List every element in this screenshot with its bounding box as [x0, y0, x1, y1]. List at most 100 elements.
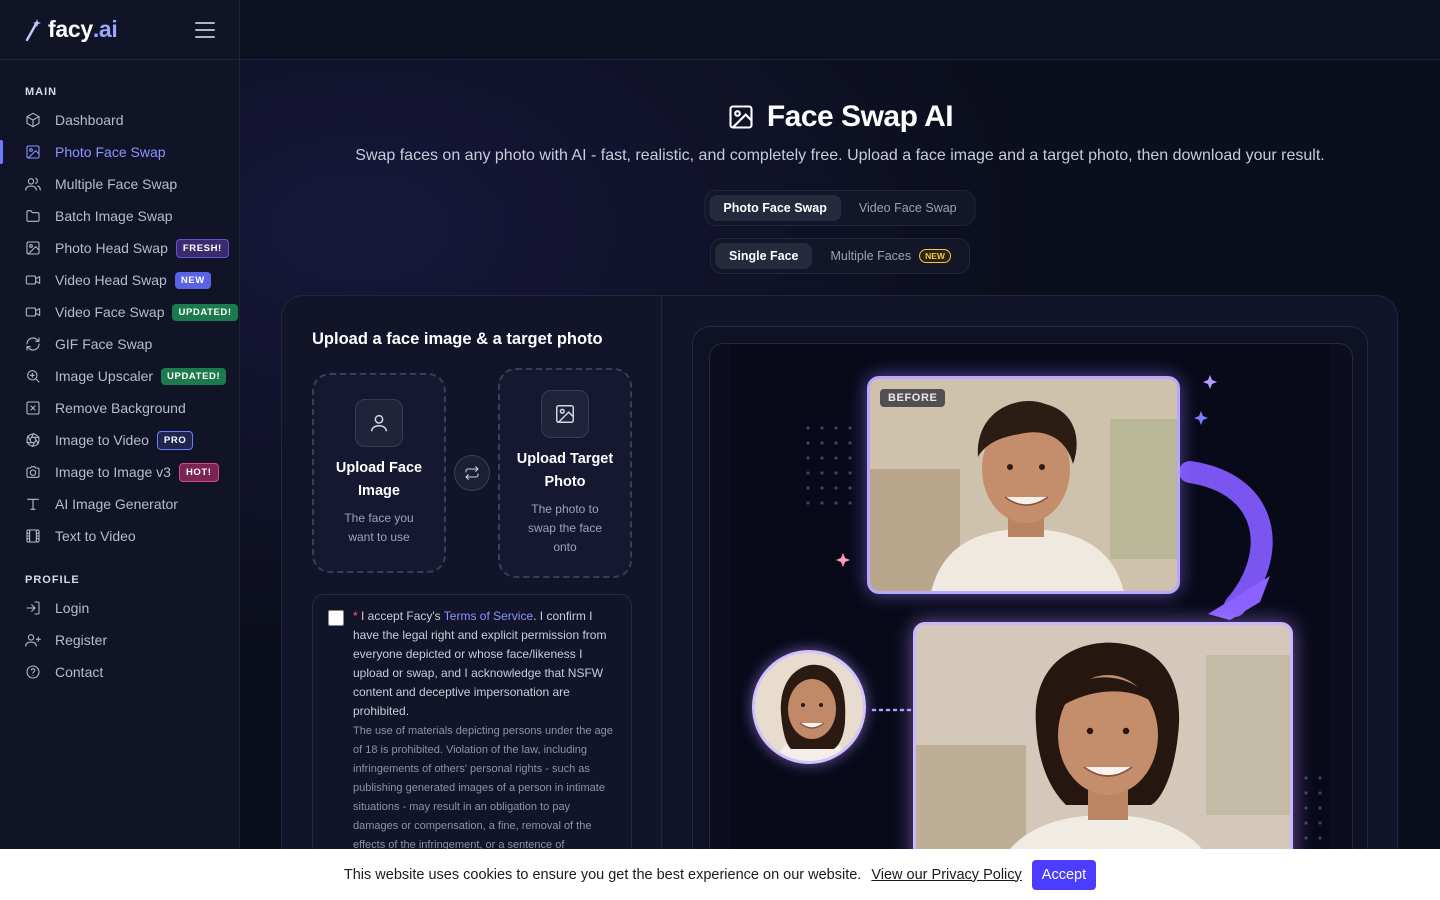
terms-checkbox[interactable]	[328, 610, 344, 626]
person-before-icon	[870, 379, 1177, 591]
sidebar-item-label: Login	[55, 600, 90, 616]
face-swap-card: Upload a face image & a target photo Upl…	[281, 295, 1398, 900]
upload-target-title: Upload Target Photo	[516, 451, 614, 490]
aperture-icon	[25, 432, 41, 448]
sidebar-item-label: Multiple Face Swap	[55, 176, 178, 192]
sidebar-item-batch-image-swap[interactable]: Batch Image Swap	[0, 200, 239, 232]
video-icon	[25, 272, 41, 288]
magic-wand-icon	[25, 18, 41, 41]
tab-label: Multiple Faces	[830, 249, 912, 263]
text-icon	[25, 496, 41, 512]
top-bar	[240, 0, 1440, 60]
mode-tabs: Photo Face Swap Video Face Swap	[704, 190, 976, 226]
sidebar-item-ai-image-generator[interactable]: AI Image Generator	[0, 488, 239, 520]
sidebar-item-gif-face-swap[interactable]: GIF Face Swap	[0, 328, 239, 360]
sidebar-item-label: Register	[55, 632, 108, 648]
terms-text-after: . I confirm I have the legal right and e…	[353, 609, 607, 718]
sidebar-item-label: Contact	[55, 664, 104, 680]
video-icon	[25, 304, 41, 320]
user-plus-icon	[25, 632, 41, 648]
sidebar-item-label: Image to Video	[55, 432, 149, 448]
preview-inner-frame: BEFORE	[709, 343, 1353, 900]
logo-suffix: .ai	[92, 16, 118, 42]
remove-bg-icon	[25, 400, 41, 416]
terms-of-service-link[interactable]: Terms of Service	[444, 609, 533, 623]
pro-badge: PRO	[156, 430, 194, 450]
logo-name: facy	[48, 16, 93, 42]
tab-multiple-faces[interactable]: Multiple Faces NEW	[817, 243, 965, 269]
terms-text: * I accept Facy's Terms of Service. I co…	[353, 607, 617, 721]
login-icon	[25, 600, 41, 616]
tab-photo-face-swap[interactable]: Photo Face Swap	[709, 195, 841, 221]
section-main-title: MAIN	[25, 86, 58, 98]
image-icon	[25, 240, 41, 256]
sidebar-item-label: Image to Image v3	[55, 464, 171, 480]
hot-badge: HOT!	[178, 462, 219, 482]
tab-single-face[interactable]: Single Face	[715, 243, 813, 269]
sidebar-item-label: Photo Face Swap	[55, 144, 166, 160]
film-icon	[25, 528, 41, 544]
sidebar-item-text-to-video[interactable]: Text to Video	[0, 520, 239, 552]
tab-video-face-swap[interactable]: Video Face Swap	[845, 195, 971, 221]
preview-frame: BEFORE	[692, 326, 1368, 900]
sidebar-item-video-face-swap[interactable]: Video Face Swap UPDATED!	[0, 296, 239, 328]
page-title: Face Swap AI	[240, 100, 1440, 134]
sidebar-item-photo-head-swap[interactable]: Photo Head Swap FRESH!	[0, 232, 239, 264]
sidebar-item-dashboard[interactable]: Dashboard	[0, 104, 239, 136]
person-after-icon	[916, 625, 1290, 879]
sidebar-item-label: Text to Video	[55, 528, 136, 544]
zoom-icon	[25, 368, 41, 384]
sidebar-item-remove-background[interactable]: Remove Background	[0, 392, 239, 424]
sidebar-item-image-to-video[interactable]: Image to Video PRO	[0, 424, 239, 456]
refresh-icon	[25, 336, 41, 352]
updated-badge: UPDATED!	[161, 367, 227, 385]
upload-target-dropzone[interactable]: Upload Target Photo The photo to swap th…	[498, 368, 632, 578]
after-image	[913, 622, 1293, 882]
image-icon	[729, 105, 753, 129]
privacy-policy-link[interactable]: View our Privacy Policy	[871, 867, 1021, 883]
user-icon	[355, 399, 403, 447]
before-image: BEFORE	[867, 376, 1180, 594]
sidebar-item-video-head-swap[interactable]: Video Head Swap NEW	[0, 264, 239, 296]
terms-text-before: I accept Facy's	[357, 609, 444, 623]
terms-legal-text: The use of materials depicting persons u…	[353, 725, 613, 851]
sidebar-item-photo-face-swap[interactable]: Photo Face Swap	[0, 136, 239, 168]
brand-bar: facy .ai	[0, 0, 239, 60]
sidebar-item-label: Photo Head Swap	[55, 240, 168, 256]
upload-title: Upload a face image & a target photo	[312, 330, 603, 348]
sidebar-item-multiple-face-swap[interactable]: Multiple Face Swap	[0, 168, 239, 200]
logo[interactable]: facy .ai	[24, 16, 118, 43]
page-title-text: Face Swap AI	[766, 100, 954, 133]
new-badge: NEW	[174, 271, 211, 289]
sidebar-item-label: Video Head Swap	[55, 272, 167, 288]
sidebar-item-label: Dashboard	[55, 112, 124, 128]
upload-target-desc: The photo to swap the face onto	[527, 502, 603, 554]
users-icon	[25, 176, 41, 192]
upload-pane: Upload a face image & a target photo Upl…	[282, 296, 662, 900]
accept-cookies-button[interactable]: Accept	[1031, 859, 1097, 890]
folder-icon	[25, 208, 41, 224]
sidebar-item-label: Batch Image Swap	[55, 208, 173, 224]
cookie-text: This website uses cookies to ensure you …	[343, 866, 862, 883]
sidebar-item-register[interactable]: Register	[0, 624, 239, 656]
sidebar-item-image-to-image[interactable]: Image to Image v3 HOT!	[0, 456, 239, 488]
sidebar-item-contact[interactable]: Contact	[0, 656, 239, 688]
sidebar-item-label: Image Upscaler	[55, 368, 154, 384]
menu-toggle-icon[interactable]	[195, 21, 215, 38]
help-icon	[25, 664, 41, 680]
sidebar-item-image-upscaler[interactable]: Image Upscaler UPDATED!	[0, 360, 239, 392]
new-badge: NEW	[919, 249, 951, 263]
face-count-tabs: Single Face Multiple Faces NEW	[710, 238, 970, 274]
swap-arrows-icon[interactable]	[454, 455, 490, 491]
upload-face-title: Upload Face Image	[335, 460, 423, 499]
preview-pane: BEFORE	[662, 296, 1397, 900]
updated-badge: UPDATED!	[172, 303, 238, 321]
sidebar-item-label: GIF Face Swap	[55, 336, 153, 352]
sidebar: facy .ai MAIN Dashboard Photo Face Swap M…	[0, 0, 240, 900]
cube-icon	[25, 112, 41, 128]
sidebar-item-label: Video Face Swap	[55, 304, 165, 320]
page-subtitle: Swap faces on any photo with AI - fast, …	[355, 147, 1325, 164]
sidebar-item-login[interactable]: Login	[0, 592, 239, 624]
image-icon	[541, 390, 589, 438]
upload-face-dropzone[interactable]: Upload Face Image The face you want to u…	[312, 373, 446, 573]
